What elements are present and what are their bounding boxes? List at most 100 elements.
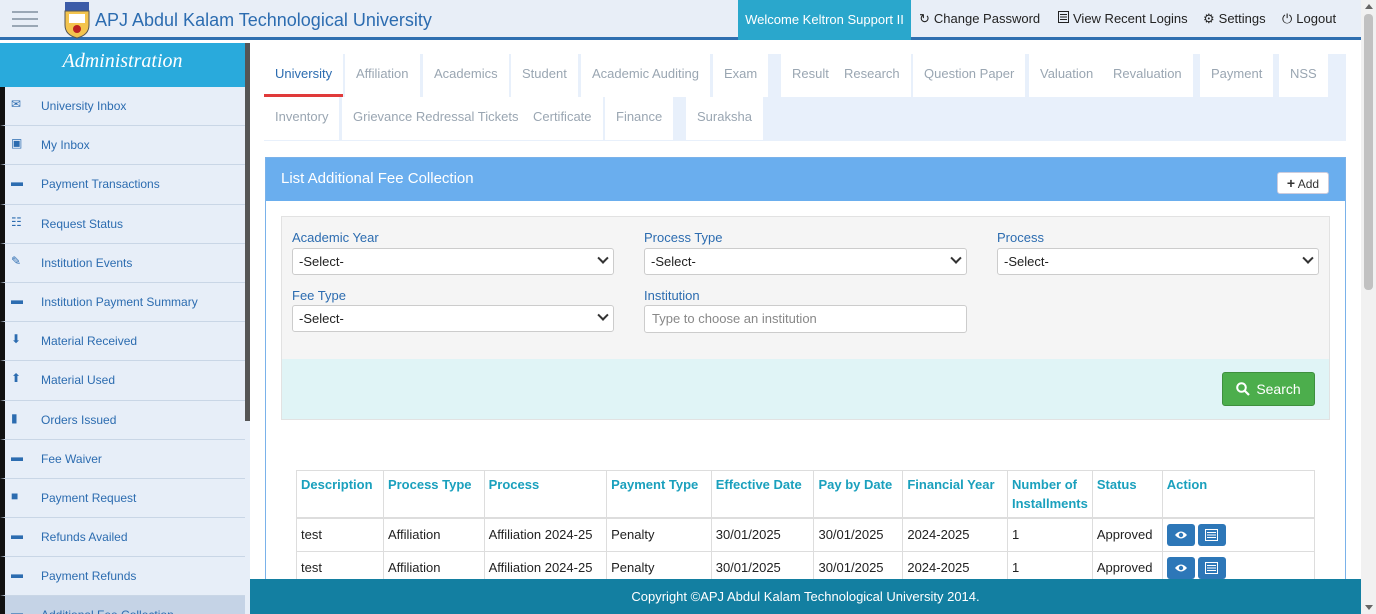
scroll-down-arrow-icon[interactable] (1365, 605, 1373, 610)
process-value: -Select- (1004, 254, 1049, 269)
column-header[interactable]: Payment Type (606, 470, 712, 519)
column-header[interactable]: Number of Installments (1007, 470, 1093, 519)
column-header[interactable]: Status (1091, 470, 1163, 519)
table-cell: test (296, 517, 384, 552)
settings-link[interactable]: ⚙ Settings (1203, 0, 1266, 40)
sidebar-item[interactable]: ▣ My Inbox (0, 126, 245, 166)
column-header[interactable]: Process (483, 470, 608, 519)
chevron-down-icon (1302, 252, 1314, 264)
column-header[interactable]: Effective Date (710, 470, 815, 519)
process-type-select[interactable]: -Select- (644, 248, 967, 275)
sidebar-item[interactable]: ✉ University Inbox (0, 87, 245, 127)
sidebar-item[interactable]: ▬ Fee Waiver (0, 439, 245, 479)
change-password-link[interactable]: ↻ Change Password (919, 0, 1040, 40)
logout-link[interactable]: ⏻ Logout (1282, 0, 1336, 40)
tab-revaluation[interactable]: Revaluation (1102, 54, 1193, 97)
tab-result[interactable]: Result (781, 54, 840, 97)
power-icon: ⏻ (1282, 11, 1293, 26)
plus-icon: + (1286, 175, 1296, 191)
process-select[interactable]: -Select- (997, 248, 1319, 275)
tab-finance[interactable]: Finance (605, 97, 674, 140)
chevron-down-icon (597, 252, 609, 264)
page-scrollbar[interactable] (1361, 0, 1376, 614)
sidebar-item-label: Payment Transactions (41, 177, 160, 192)
tab-affiliation[interactable]: Affiliation (345, 54, 420, 97)
sidebar-item[interactable]: ✎ Institution Events (0, 243, 245, 283)
tab-exam[interactable]: Exam (713, 54, 769, 97)
process-type-label: Process Type (644, 230, 723, 245)
sidebar-item-label: Material Used (41, 373, 116, 388)
details-button[interactable] (1197, 556, 1226, 579)
footer-copyright: Copyright ©APJ Abdul Kalam Technological… (250, 579, 1361, 614)
column-header[interactable]: Process Type (382, 470, 485, 519)
brand-title[interactable]: APJ Abdul Kalam Technological University (95, 10, 432, 31)
details-button[interactable] (1197, 523, 1226, 546)
sidebar: Administration ✉ University Inbox ▣ My Inbo… (0, 43, 250, 614)
search-bar-area: Search (282, 359, 1329, 419)
sidebar-item-label: Payment Request (41, 490, 137, 505)
scrollbar-thumb[interactable] (1364, 14, 1373, 290)
sidebar-item[interactable]: ▬ Refunds Availed (0, 518, 245, 558)
sidebar-item[interactable]: ▬ Payment Transactions (0, 165, 245, 205)
sidebar-item-label: Orders Issued (41, 412, 117, 427)
column-header[interactable]: Financial Year (902, 470, 1008, 519)
sidebar-item[interactable]: ▬ Institution Payment Summary (0, 282, 245, 323)
sidebar-item-label: Material Received (41, 334, 138, 349)
tab-student[interactable]: Student (511, 54, 578, 97)
search-button[interactable]: Search (1222, 372, 1315, 406)
table-body: test Affiliation Affiliation 2024-25 Penalt… (296, 517, 1316, 579)
sidebar-item[interactable]: ■ Payment Request (0, 478, 245, 519)
add-label: Add (1297, 177, 1320, 191)
column-header[interactable]: Description (296, 470, 384, 519)
change-password-label: Change Password (933, 11, 1041, 26)
view-button[interactable] (1166, 556, 1195, 579)
add-button[interactable]: + Add (1277, 172, 1329, 194)
table-cell: Penalty (606, 550, 712, 579)
arrow-down-circle-icon: ⬇ (11, 332, 22, 347)
sidebar-item-label: Payment Refunds (41, 569, 137, 584)
fee-type-label: Fee Type (292, 288, 346, 303)
tab-nss[interactable]: NSS (1279, 54, 1328, 97)
scroll-up-arrow-icon[interactable] (1365, 4, 1373, 9)
table-cell: 2024-2025 (902, 517, 1008, 552)
academic-year-select[interactable]: -Select- (292, 248, 614, 275)
tab-academics[interactable]: Academics (423, 54, 509, 97)
column-header[interactable]: Action (1161, 470, 1316, 519)
tab-payment[interactable]: Payment (1200, 54, 1274, 97)
process-label: Process (997, 230, 1044, 245)
tab-university[interactable]: University (264, 54, 344, 97)
sidebar-item-label: Institution Payment Summary (41, 294, 198, 309)
view-recent-logins-link[interactable]: View Recent Logins (1058, 0, 1188, 40)
hamburger-menu-icon[interactable] (12, 6, 40, 32)
tab-question-paper[interactable]: Question Paper (913, 54, 1026, 97)
file-icon: ▮ (11, 410, 18, 425)
fee-type-select[interactable]: -Select- (292, 305, 614, 332)
cc-icon: ☷ (11, 214, 22, 229)
main-content: University Affiliation Academics Student Aca… (250, 43, 1361, 579)
tab-grievance-redressal-tickets[interactable]: Grievance Redressal Tickets (342, 97, 530, 140)
tab-certificate[interactable]: Certificate (522, 97, 603, 140)
view-button[interactable] (1166, 523, 1195, 546)
sidebar-item[interactable]: ▬ Additional Fee Collection (0, 596, 245, 614)
sidebar-item[interactable]: ⬆ Material Used (0, 361, 245, 401)
tab-inventory[interactable]: Inventory (264, 97, 340, 140)
tab-valuation[interactable]: Valuation (1029, 54, 1105, 97)
table-cell: Affiliation (382, 517, 485, 552)
sidebar-item[interactable]: ▮ Orders Issued (0, 400, 245, 440)
sidebar-item[interactable]: ☷ Request Status (0, 204, 245, 244)
institution-input[interactable]: Type to choose an institution (644, 305, 967, 333)
tab-suraksha[interactable]: Suraksha (686, 97, 763, 140)
comment-icon: ■ (11, 488, 19, 503)
sidebar-item[interactable]: ⬇ Material Received (0, 322, 245, 362)
module-tabs: University Affiliation Academics Student Aca… (264, 54, 1346, 141)
tab-academic-auditing[interactable]: Academic Auditing (581, 54, 710, 97)
credit-card-icon: ▬ (11, 175, 23, 190)
filter-form: Academic Year -Select- Process Type -Sel… (281, 216, 1330, 420)
table-cell: 1 (1007, 550, 1093, 579)
university-logo (63, 1, 91, 39)
sidebar-item-label: Refunds Availed (41, 530, 128, 545)
sidebar-item[interactable]: ▬ Payment Refunds (0, 557, 245, 597)
tab-research[interactable]: Research (833, 54, 911, 97)
credit-card-icon: ▬ (11, 449, 23, 464)
column-header[interactable]: Pay by Date (813, 470, 904, 519)
